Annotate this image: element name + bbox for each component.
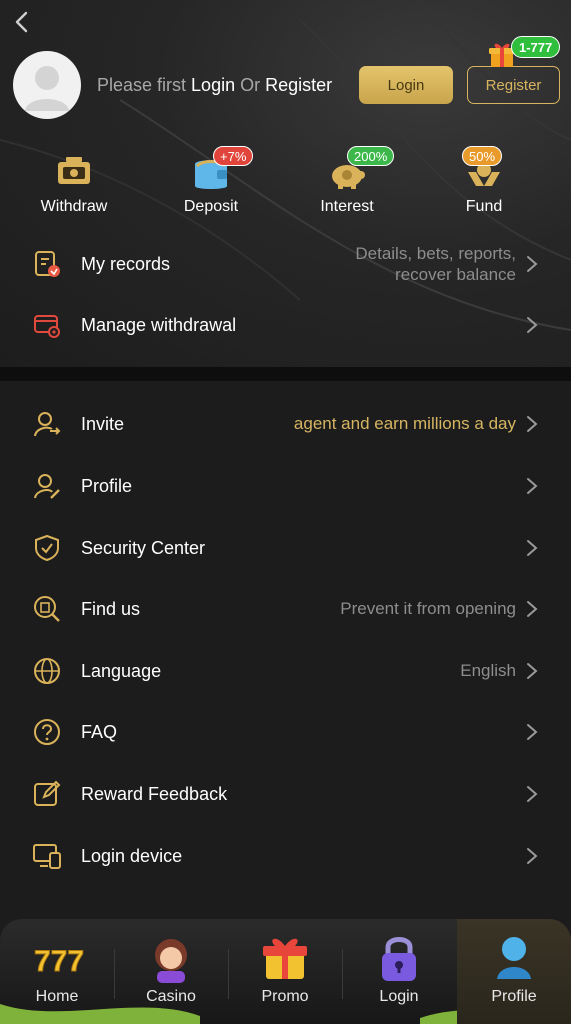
invite-user-icon (34, 412, 61, 437)
nav-login[interactable]: Login (342, 919, 456, 1024)
menu-row-profile[interactable]: Profile (0, 456, 571, 516)
profile-header: Please first Login Or Register Login Reg… (0, 0, 571, 367)
menu-row-faq[interactable]: FAQ (0, 702, 571, 762)
reward-badge: 1-777 (511, 36, 561, 58)
menu-row-language[interactable]: Language English (0, 641, 571, 701)
question-circle-icon (34, 719, 60, 745)
nav-casino[interactable]: Casino (114, 919, 228, 1024)
menu-row-label: Login device (81, 846, 183, 866)
interest-badge: 200% (347, 146, 395, 166)
login-prompt: Please first Login Or Register (97, 75, 332, 96)
menu-row-desc: Details, bets, reports, recover balance (355, 243, 516, 285)
deposit-bonus-badge: +7% (213, 146, 254, 166)
menu-row-label: Reward Feedback (81, 784, 228, 804)
prompt-middle: Or (235, 75, 266, 95)
quick-action-label: Withdraw (40, 198, 108, 215)
menu-row-label: Security Center (81, 538, 206, 558)
chevron-right-icon (527, 724, 538, 740)
menu-row-label: FAQ (81, 722, 118, 742)
nav-label: Login (379, 988, 419, 1005)
prompt-prefix: Please first (97, 75, 192, 95)
prompt-register-link[interactable]: Register (265, 75, 332, 95)
chevron-right-icon (527, 416, 538, 432)
chevron-right-icon (527, 256, 538, 272)
chevron-right-icon (527, 478, 538, 494)
globe-icon (34, 658, 60, 684)
chevron-right-icon (527, 601, 538, 617)
quick-action-deposit[interactable]: +7% Deposit (151, 146, 271, 216)
menu-row-label: Manage withdrawal (81, 315, 237, 335)
menu-row-my-records[interactable]: My records Details, bets, reports, recov… (0, 234, 571, 294)
menu-row-label: Find us (81, 599, 141, 619)
section-divider (0, 367, 571, 381)
prompt-login-link[interactable]: Login (191, 75, 235, 95)
shield-check-icon (35, 534, 59, 562)
ticket-cash-icon (58, 157, 90, 184)
menu-row-login-device[interactable]: Login device (0, 826, 571, 886)
menu-row-label: Profile (81, 476, 133, 496)
nav-promo[interactable]: Promo (228, 919, 342, 1024)
gift-box-icon (263, 938, 307, 979)
nav-label: Promo (261, 988, 309, 1005)
menu-row-desc: Prevent it from opening (340, 599, 516, 618)
menu-row-desc: agent and earn millions a day (293, 414, 516, 433)
find-building-icon (34, 596, 60, 622)
avatar[interactable] (13, 51, 81, 119)
menu-row-label: Invite (81, 414, 125, 434)
desc-line: recover balance (395, 265, 516, 284)
quick-action-label: Fund (465, 198, 503, 215)
devices-icon (33, 844, 61, 869)
user-bust-icon (497, 937, 531, 979)
chevron-right-icon (527, 786, 538, 802)
menu-row-reward-feedback[interactable]: Reward Feedback (0, 764, 571, 824)
chevron-right-icon (527, 317, 538, 333)
slot-777-icon: 777 (34, 945, 85, 979)
bottom-nav: 777 Home Casino Promo Login Profile (0, 919, 571, 1024)
nav-label: Profile (491, 988, 537, 1005)
records-icon (35, 251, 60, 277)
card-settings-icon (34, 315, 60, 338)
menu-row-security-center[interactable]: Security Center (0, 518, 571, 578)
chevron-right-icon (527, 663, 538, 679)
quick-action-interest[interactable]: 200% Interest (287, 146, 407, 216)
fund-badge: 50% (462, 146, 503, 166)
desc-line: Details, bets, reports, (355, 244, 516, 263)
menu-row-invite[interactable]: Invite agent and earn millions a day (0, 394, 571, 454)
nav-label: Casino (146, 988, 196, 1005)
menu-row-label: Language (81, 661, 162, 681)
nav-profile[interactable]: Profile (457, 919, 571, 1024)
back-arrow-icon[interactable] (10, 8, 34, 36)
quick-action-label: Deposit (183, 198, 239, 215)
chevron-right-icon (527, 540, 538, 556)
login-button[interactable]: Login (359, 66, 453, 104)
dealer-girl-icon (155, 939, 187, 983)
edit-square-icon (34, 780, 61, 806)
menu-row-find-us[interactable]: Find us Prevent it from opening (0, 579, 571, 639)
register-button[interactable]: Register (467, 66, 560, 104)
menu-row-label: My records (81, 254, 171, 274)
default-user-avatar-icon (25, 66, 69, 111)
menu-row-desc: English (460, 661, 516, 680)
nav-home[interactable]: 777 Home (0, 919, 114, 1024)
padlock-icon (382, 937, 416, 981)
user-edit-icon (34, 474, 60, 499)
nav-label: Home (35, 988, 79, 1005)
quick-action-withdraw[interactable]: Withdraw (14, 150, 134, 216)
quick-action-fund[interactable]: 50% Fund (424, 146, 544, 216)
menu-row-manage-withdrawal[interactable]: Manage withdrawal (0, 295, 571, 355)
chevron-right-icon (527, 848, 538, 864)
quick-action-label: Interest (320, 198, 374, 215)
svg-text:777: 777 (34, 945, 84, 978)
